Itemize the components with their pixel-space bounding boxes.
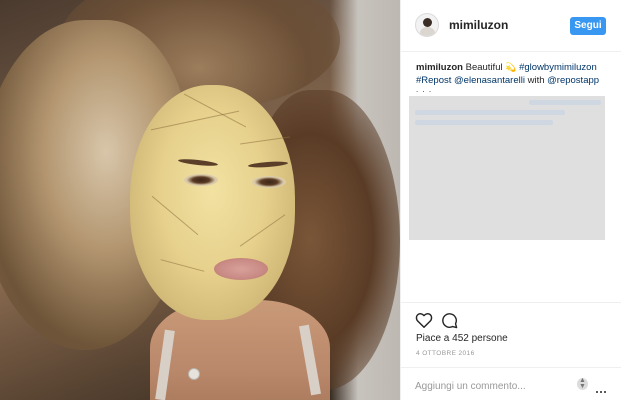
likes-count[interactable]: Piace a 452 persone [416,333,508,344]
sparkle-emoji-icon: 💫 [505,62,517,72]
comment-input[interactable] [415,378,565,394]
post-caption: mimiluzon Beautiful 💫 #glowbymimiluzon #… [416,61,616,93]
more-options-icon[interactable] [596,380,608,393]
comment-placeholder-line [415,110,565,115]
comment-placeholder-line [529,100,601,105]
heart-icon[interactable] [415,312,433,328]
post-side-panel: mimiluzon Segui mimiluzon Beautiful 💫 #g… [400,0,621,400]
add-comment-bar: ▲▼ [401,367,621,400]
post-header: mimiluzon Segui [401,0,621,52]
photo-eye-left [184,174,218,186]
author-username[interactable]: mimiluzon [449,18,508,32]
comments-list [409,96,605,240]
post-date: 4 OTTOBRE 2016 [416,350,475,357]
caption-hashtag[interactable]: #glowbymimiluzon [519,62,597,73]
comment-bubble-icon[interactable] [441,312,458,329]
photo-eye-right [252,176,286,188]
avatar-head [423,18,432,27]
caption-text: Beautiful [465,62,503,73]
post-actions: Piace a 452 persone 4 OTTOBRE 2016 ▲▼ [401,302,621,400]
caption-hashtag[interactable]: #Repost [416,75,451,86]
photo-face-mask [130,85,295,320]
follow-button[interactable]: Segui [570,17,606,35]
avatar-body [420,27,435,36]
photo-lips [214,258,268,280]
caption-more: . . . [416,87,433,93]
photo-pendant [188,368,200,380]
caption-mention[interactable]: @elenasantarelli [454,75,525,86]
post-photo[interactable] [0,0,400,400]
scroll-arrows-icon[interactable]: ▲ ▼ [577,377,588,390]
comment-placeholder-line [415,120,553,125]
caption-mention[interactable]: @repostapp [547,75,599,86]
caption-username[interactable]: mimiluzon [416,62,463,73]
caption-text: with [527,75,545,86]
avatar-icon[interactable] [415,13,439,37]
